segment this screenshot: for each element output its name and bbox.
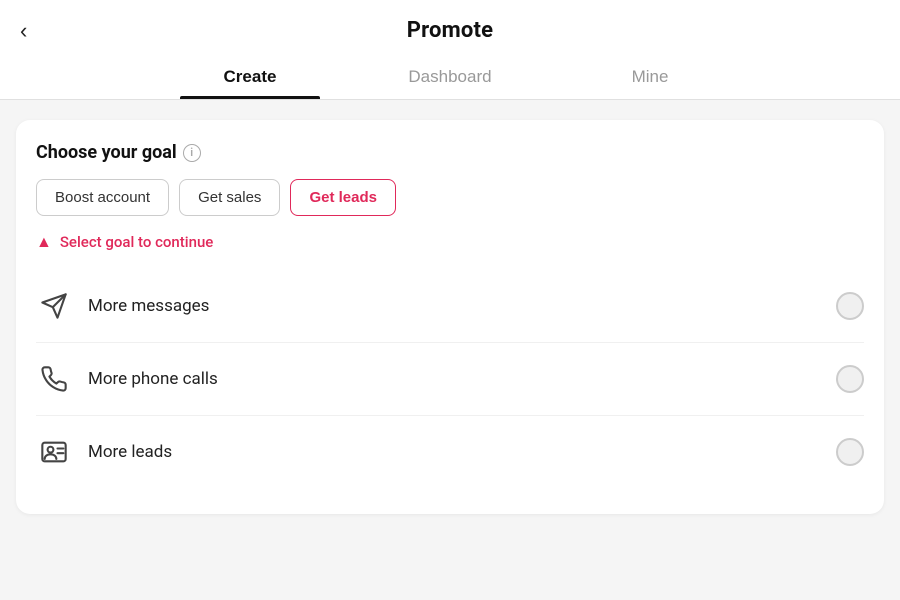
section-title-row: Choose your goal i (36, 142, 864, 163)
radio-leads[interactable] (836, 438, 864, 466)
option-left-leads: More leads (36, 434, 172, 470)
tabs-bar: Create Dashboard Mine (0, 53, 900, 100)
info-icon[interactable]: i (183, 144, 201, 162)
option-more-leads[interactable]: More leads (36, 416, 864, 488)
leads-icon (36, 434, 72, 470)
back-button[interactable]: ‹ (20, 20, 27, 42)
tab-create[interactable]: Create (150, 53, 350, 99)
options-list: More messages More phone calls (36, 270, 864, 488)
message-icon (36, 288, 72, 324)
option-more-messages[interactable]: More messages (36, 270, 864, 343)
option-more-phone-calls[interactable]: More phone calls (36, 343, 864, 416)
option-label-leads: More leads (88, 442, 172, 462)
goal-btn-get-leads[interactable]: Get leads (290, 179, 396, 216)
tab-dashboard[interactable]: Dashboard (350, 53, 550, 99)
warning-row: ▲ Select goal to continue (36, 232, 864, 252)
goal-card: Choose your goal i Boost account Get sal… (16, 120, 884, 514)
option-left-messages: More messages (36, 288, 209, 324)
section-title-text: Choose your goal (36, 142, 177, 163)
option-label-phone: More phone calls (88, 369, 218, 389)
screen: ‹ Promote Create Dashboard Mine Choose y… (0, 0, 900, 600)
phone-icon (36, 361, 72, 397)
goal-btn-boost-account[interactable]: Boost account (36, 179, 169, 216)
radio-phone[interactable] (836, 365, 864, 393)
warning-icon: ▲ (36, 232, 52, 252)
goal-buttons-group: Boost account Get sales Get leads (36, 179, 864, 216)
goal-btn-get-sales[interactable]: Get sales (179, 179, 280, 216)
warning-text: Select goal to continue (60, 233, 213, 251)
option-left-phone: More phone calls (36, 361, 218, 397)
tab-mine[interactable]: Mine (550, 53, 750, 99)
radio-messages[interactable] (836, 292, 864, 320)
header: ‹ Promote (0, 0, 900, 53)
main-content: Choose your goal i Boost account Get sal… (0, 100, 900, 600)
header-title: Promote (407, 18, 494, 43)
option-label-messages: More messages (88, 296, 209, 316)
